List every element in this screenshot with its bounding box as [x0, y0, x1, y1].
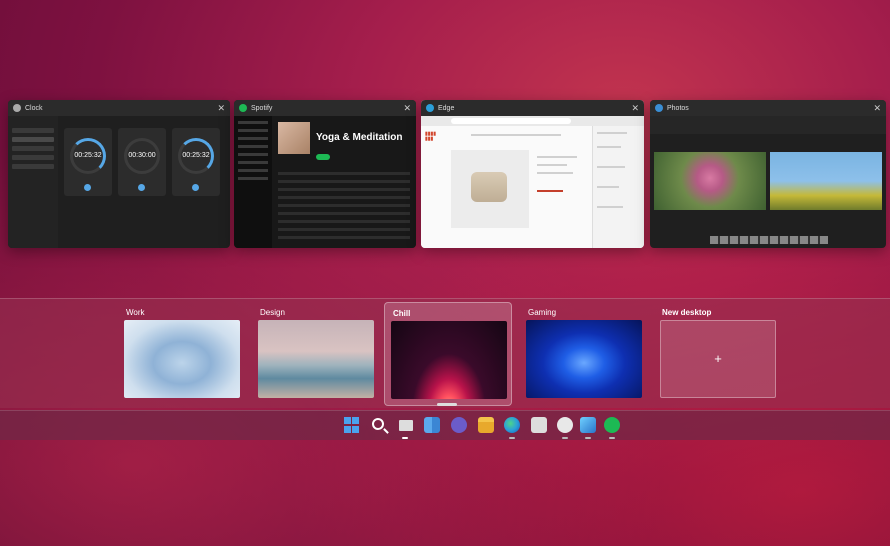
close-icon[interactable]: ✕: [403, 103, 411, 114]
window-title: Edge: [438, 104, 455, 112]
timer-card[interactable]: 00:30:00: [118, 128, 166, 196]
photos-running-indicator: [585, 437, 591, 439]
timer-value: 00:30:00: [128, 152, 156, 159]
close-icon[interactable]: ✕: [873, 103, 881, 114]
window-photos[interactable]: Photos ✕: [650, 100, 886, 248]
timer-card[interactable]: 00:25:32: [64, 128, 112, 196]
close-icon[interactable]: ✕: [217, 103, 225, 114]
desktop-design[interactable]: Design: [252, 302, 380, 406]
desktop-background: [0, 0, 890, 546]
photos-toolbar: [650, 116, 886, 134]
window-edge[interactable]: Edge ✕ ▮▮▮▮ ▮▮▮: [421, 100, 644, 248]
desktop-thumbnail[interactable]: [124, 320, 240, 398]
clock-running-indicator: [562, 437, 568, 439]
window-title: Photos: [667, 104, 689, 112]
window-content: [650, 116, 886, 248]
task-view-icon[interactable]: [399, 420, 413, 431]
photos-icon[interactable]: [580, 417, 596, 433]
window-titlebar[interactable]: Spotify ✕: [234, 100, 416, 116]
photo-flower[interactable]: [654, 152, 766, 210]
web-page: ▮▮▮▮ ▮▮▮: [421, 126, 592, 248]
timer-value: 00:25:32: [74, 152, 102, 159]
windows-icon[interactable]: [344, 417, 360, 433]
desktop-chill[interactable]: Chill: [384, 302, 512, 406]
window-content: Yoga & Meditation: [234, 116, 416, 248]
desktop-label: Work: [126, 308, 145, 317]
filmstrip[interactable]: [710, 236, 828, 244]
widgets-icon[interactable]: [424, 417, 440, 433]
window-content: ▮▮▮▮ ▮▮▮: [421, 116, 644, 248]
spotify-icon[interactable]: [604, 417, 620, 433]
desktop-thumbnail[interactable]: [526, 320, 642, 398]
photo-field[interactable]: [770, 152, 882, 210]
clock-icon: [13, 104, 21, 112]
edge-sidebar: [592, 126, 644, 248]
playlist-title: Yoga & Meditation: [316, 132, 403, 143]
window-spotify[interactable]: Spotify ✕ Yoga & Meditation: [234, 100, 416, 248]
clock-sidebar: [8, 116, 58, 248]
desktop-label: New desktop: [662, 308, 712, 317]
edge-icon[interactable]: [504, 417, 520, 433]
window-titlebar[interactable]: Photos ✕: [650, 100, 886, 116]
window-clock[interactable]: Clock ✕ 00:25:32 00:30:00 00:25:32: [8, 100, 230, 248]
file-explorer-icon[interactable]: [478, 417, 494, 433]
edge-running-indicator: [509, 437, 515, 439]
desktop-label: Chill: [393, 309, 411, 318]
clock-icon[interactable]: [557, 417, 573, 433]
timer-value: 00:25:32: [182, 152, 210, 159]
desktop-label: Gaming: [528, 308, 557, 317]
spotify-sidebar: [234, 116, 272, 248]
store-icon[interactable]: [531, 417, 547, 433]
play-button[interactable]: [316, 154, 330, 160]
spotify-running-indicator: [609, 437, 615, 439]
edge-icon: [426, 104, 434, 112]
close-icon[interactable]: ✕: [631, 103, 639, 114]
task-view-active-indicator: [402, 437, 408, 439]
desktop-thumbnail[interactable]: [258, 320, 374, 398]
new-desktop-button[interactable]: New desktop +: [654, 302, 782, 406]
search-icon[interactable]: [372, 418, 384, 430]
spotify-icon: [239, 104, 247, 112]
desktop-label: Design: [260, 308, 285, 317]
new-desktop-thumbnail[interactable]: +: [660, 320, 776, 398]
address-bar: [421, 116, 644, 126]
window-title: Clock: [25, 104, 43, 112]
window-title: Spotify: [251, 104, 273, 112]
url-field[interactable]: [451, 118, 571, 124]
plus-icon: +: [714, 351, 722, 366]
window-titlebar[interactable]: Edge ✕: [421, 100, 644, 116]
chat-icon[interactable]: [451, 417, 467, 433]
taskbar: [0, 410, 890, 440]
desktop-thumbnail[interactable]: [391, 321, 507, 399]
window-titlebar[interactable]: Clock ✕: [8, 100, 230, 116]
playlist-cover: [278, 122, 310, 154]
timer-card[interactable]: 00:25:32: [172, 128, 220, 196]
spotify-main: Yoga & Meditation: [272, 116, 416, 248]
desktop-work[interactable]: Work: [118, 302, 246, 406]
desktop-gaming[interactable]: Gaming: [520, 302, 648, 406]
active-desktop-indicator: [437, 403, 457, 406]
window-content: 00:25:32 00:30:00 00:25:32: [8, 116, 230, 248]
photos-icon: [655, 104, 663, 112]
